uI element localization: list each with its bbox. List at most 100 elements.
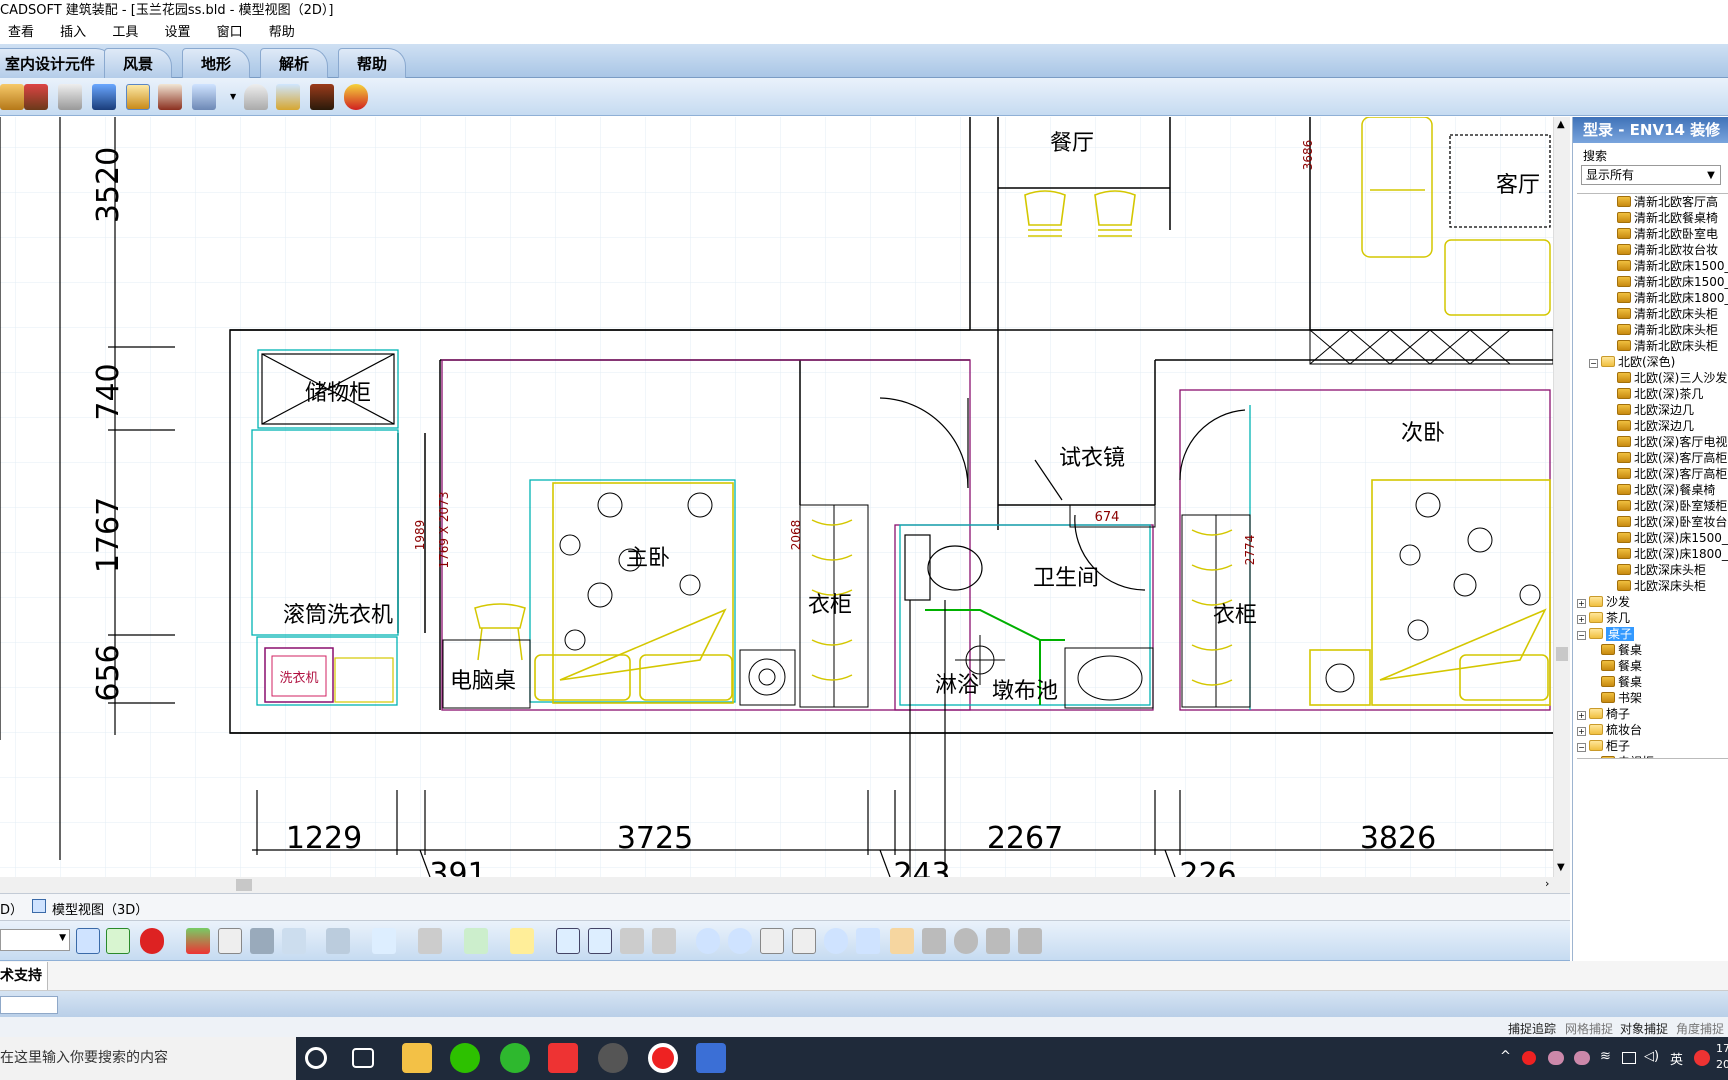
expand-icon[interactable]: + — [1577, 599, 1586, 608]
hscroll-thumb[interactable] — [236, 879, 252, 891]
tree-folder[interactable]: + 梳妆台 — [1577, 722, 1642, 738]
tree-item[interactable]: 清新北欧客厅高 — [1617, 194, 1718, 210]
menu-insert[interactable]: 插入 — [60, 22, 86, 44]
house-outline-icon[interactable] — [282, 928, 306, 954]
scroll-down-icon[interactable]: ▼ — [1557, 862, 1565, 873]
2d-plan-icon[interactable] — [106, 928, 130, 954]
walk-icon[interactable] — [922, 928, 946, 954]
tab-tech-support[interactable]: 术支持 — [0, 962, 48, 990]
canvas-horizontal-scrollbar[interactable]: › — [0, 877, 1570, 893]
tree-item[interactable]: 清新北欧妆台妆 — [1617, 242, 1718, 258]
cadsoft-app-icon[interactable] — [598, 1043, 628, 1073]
wardrobe-icon[interactable] — [158, 84, 182, 110]
tree-item[interactable]: 北欧(深)床1500_ — [1617, 530, 1728, 546]
piano-icon[interactable] — [24, 84, 48, 110]
command-input[interactable] — [0, 996, 58, 1014]
tree-item[interactable]: 北欧(深)茶几 — [1617, 386, 1703, 402]
tree-item[interactable]: 清新北欧床1500_ — [1617, 258, 1728, 274]
zoom-out-icon[interactable] — [728, 928, 752, 954]
tree-item[interactable]: 北欧(深)客厅电视 — [1617, 434, 1727, 450]
scroll-right-icon[interactable]: › — [1545, 877, 1549, 890]
tray-sogou-icon[interactable] — [1694, 1050, 1710, 1066]
collapse-icon[interactable]: − — [1577, 631, 1586, 640]
tab-analysis[interactable]: 解析 — [260, 48, 329, 78]
bathroom-icon[interactable] — [276, 84, 300, 110]
spotlight-icon[interactable] — [418, 928, 442, 954]
tree-item[interactable]: 清新北欧床1800_ — [1617, 290, 1728, 306]
tree-folder[interactable]: + 沙发 — [1577, 594, 1630, 610]
chair-icon[interactable] — [126, 84, 150, 110]
tree-item[interactable]: 清新北欧餐桌椅 — [1617, 210, 1718, 226]
tray-record-icon[interactable] — [1522, 1051, 1536, 1065]
tree-item[interactable]: 北欧(深)客厅高柜 — [1617, 466, 1727, 482]
status-angle-snap[interactable]: 角度捕捉 — [1676, 1020, 1724, 1037]
browser-icon[interactable] — [500, 1043, 530, 1073]
tab-scenery[interactable]: 风景 — [104, 48, 173, 78]
settings-icon[interactable] — [1018, 928, 1042, 954]
tree-item[interactable]: 清新北欧床头柜 — [1617, 338, 1718, 354]
tray-qq2-icon[interactable] — [1574, 1051, 1590, 1065]
tray-clock[interactable]: 17 202 — [1716, 1041, 1728, 1073]
tree-item[interactable]: 餐桌 — [1601, 642, 1642, 658]
zoom-in-icon[interactable] — [696, 928, 720, 954]
tree-folder[interactable]: − 桌子 — [1577, 626, 1635, 642]
tree-item[interactable]: 北欧深床头柜 — [1617, 562, 1706, 578]
cabinet-icon[interactable] — [0, 84, 24, 110]
menu-tools[interactable]: 工具 — [112, 22, 138, 44]
tab-model-3d[interactable]: 模型视图（3D） — [52, 899, 148, 918]
tray-language[interactable]: 英 — [1670, 1049, 1683, 1068]
expand-icon[interactable]: + — [1577, 615, 1586, 624]
tv-icon[interactable] — [92, 84, 116, 110]
tab-terrain[interactable]: 地形 — [182, 48, 251, 78]
collapse-icon[interactable]: − — [1577, 743, 1586, 752]
roof-icon[interactable] — [326, 928, 350, 954]
view-window-icon[interactable] — [556, 928, 580, 954]
computer-desk-icon[interactable] — [192, 84, 216, 110]
fireplace-icon[interactable] — [310, 84, 334, 110]
tab-model-2d[interactable]: D） — [0, 899, 23, 918]
camera-icon[interactable] — [372, 928, 396, 954]
tree-item[interactable]: 餐桌 — [1601, 658, 1642, 674]
presentation-icon[interactable] — [218, 928, 242, 954]
tree-item[interactable]: 北欧(深)床1800_ — [1617, 546, 1728, 562]
recorder-icon[interactable] — [648, 1043, 678, 1073]
zoom-extents-icon[interactable] — [760, 928, 784, 954]
tray-chevron-up-icon[interactable]: ^ — [1500, 1049, 1511, 1064]
zoom-all-icon[interactable] — [856, 928, 880, 954]
menu-settings[interactable]: 设置 — [164, 22, 190, 44]
zoom-previous-icon[interactable] — [824, 928, 848, 954]
tree-folder[interactable]: + 椅子 — [1577, 706, 1630, 722]
tree-item[interactable]: 北欧(深)餐桌椅 — [1617, 482, 1715, 498]
menu-view[interactable]: 查看 — [8, 22, 34, 44]
wechat-icon[interactable] — [450, 1043, 480, 1073]
tree-item[interactable]: 北欧(深)客厅高柜 — [1617, 450, 1727, 466]
catalog-tree[interactable]: 清新北欧客厅高 清新北欧餐桌椅 清新北欧卧室电 清新北欧妆台妆 清新北欧床1500_ 清新… — [1577, 193, 1728, 759]
tray-wifi-icon[interactable]: ≋ — [1600, 1049, 1611, 1064]
house-icon[interactable] — [250, 928, 274, 954]
tree-item[interactable]: 北欧(深)卧室妆台 — [1617, 514, 1727, 530]
canvas-vertical-scrollbar[interactable]: ▲ ▼ — [1553, 117, 1570, 877]
menu-help[interactable]: 帮助 — [269, 22, 295, 44]
tree-item[interactable]: 清新北欧床1500_ — [1617, 274, 1728, 290]
collapse-icon[interactable]: − — [1589, 359, 1598, 368]
file-explorer-icon[interactable] — [402, 1043, 432, 1073]
house-gray-icon[interactable] — [620, 928, 644, 954]
tree-item[interactable]: 北欧深边几 — [1617, 402, 1694, 418]
tree-folder[interactable]: − 柜子 — [1577, 738, 1630, 754]
tree-item[interactable]: 北欧(深)三人沙发 — [1617, 370, 1727, 386]
tree-item[interactable]: 清新北欧卧室电 — [1617, 226, 1718, 242]
stove-icon[interactable] — [58, 84, 82, 110]
plan-canvas[interactable]: 3520 740 1767 656 储物柜 洗衣机 滚筒洗衣机 餐厅 客厅 36… — [0, 117, 1570, 877]
tree-item[interactable]: 清新北欧床头柜 — [1617, 322, 1718, 338]
task-view-icon[interactable] — [352, 1048, 374, 1068]
dropdown-arrow-icon[interactable]: ▼ — [230, 92, 236, 101]
box-icon[interactable] — [510, 928, 534, 954]
3d-view-icon[interactable] — [140, 928, 164, 954]
tab-help[interactable]: 帮助 — [338, 48, 407, 78]
tree-folder[interactable]: + 茶几 — [1577, 610, 1630, 626]
tree-folder[interactable]: − 北欧(深色) — [1589, 354, 1675, 370]
tree-item[interactable]: 书架 — [1601, 690, 1642, 706]
lamp-icon[interactable] — [244, 84, 268, 110]
tree-item[interactable]: 清新北欧床头柜 — [1617, 306, 1718, 322]
scroll-thumb[interactable] — [1556, 647, 1568, 661]
